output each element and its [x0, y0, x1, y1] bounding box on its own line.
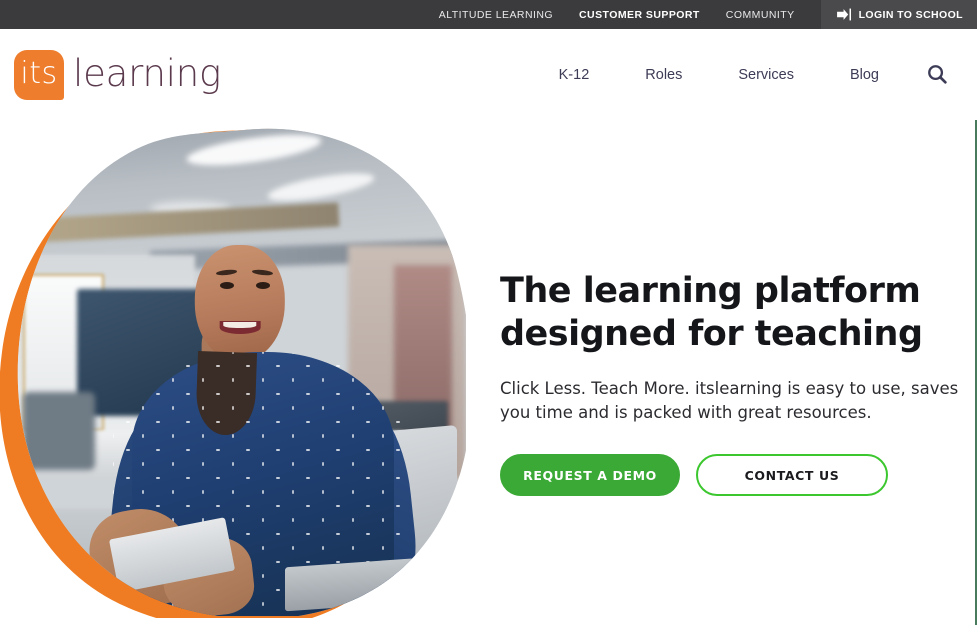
contact-us-button[interactable]: CONTACT US	[696, 454, 888, 497]
search-icon[interactable]	[919, 57, 955, 93]
logo-wordmark: learning	[73, 52, 222, 95]
main-navigation: K-12 Roles Services Blog	[531, 57, 977, 93]
nav-item-services[interactable]: Services	[710, 57, 822, 93]
topbar-link-community[interactable]: COMMUNITY	[726, 9, 795, 21]
hero-image-block	[0, 120, 498, 625]
request-a-demo-button[interactable]: REQUEST A DEMO	[500, 454, 680, 497]
topbar-link-altitude-learning[interactable]: ALTITUDE LEARNING	[439, 9, 553, 21]
nav-item-roles[interactable]: Roles	[617, 57, 710, 93]
page-title: The learning platform designed for teach…	[500, 271, 923, 354]
hero-cta-group: REQUEST A DEMO CONTACT US	[500, 454, 970, 497]
logo-mark: its	[14, 49, 64, 100]
office-scene	[14, 128, 466, 616]
hero-text-column: The learning platform designed for teach…	[500, 270, 970, 497]
top-utility-links: ALTITUDE LEARNING CUSTOMER SUPPORT COMMU…	[439, 9, 821, 21]
login-arrow-icon	[836, 8, 852, 21]
hero-section: The learning platform designed for teach…	[0, 120, 977, 625]
nav-item-k-12[interactable]: K-12	[531, 57, 618, 93]
itslearning-logo[interactable]: its learning	[14, 49, 222, 100]
hero-subtitle: Click Less. Teach More. itslearning is e…	[500, 379, 959, 422]
site-header: its learning K-12 Roles Services Blog	[0, 29, 977, 120]
top-utility-bar: ALTITUDE LEARNING CUSTOMER SUPPORT COMMU…	[0, 0, 977, 29]
login-to-school-button[interactable]: LOGIN TO SCHOOL	[820, 0, 977, 29]
nav-item-blog[interactable]: Blog	[822, 57, 907, 93]
logo-mark-text: its	[20, 55, 58, 91]
topbar-link-customer-support[interactable]: CUSTOMER SUPPORT	[579, 9, 700, 21]
login-to-school-label: LOGIN TO SCHOOL	[858, 8, 963, 21]
hero-photo	[14, 128, 466, 616]
person-figure	[14, 128, 466, 616]
